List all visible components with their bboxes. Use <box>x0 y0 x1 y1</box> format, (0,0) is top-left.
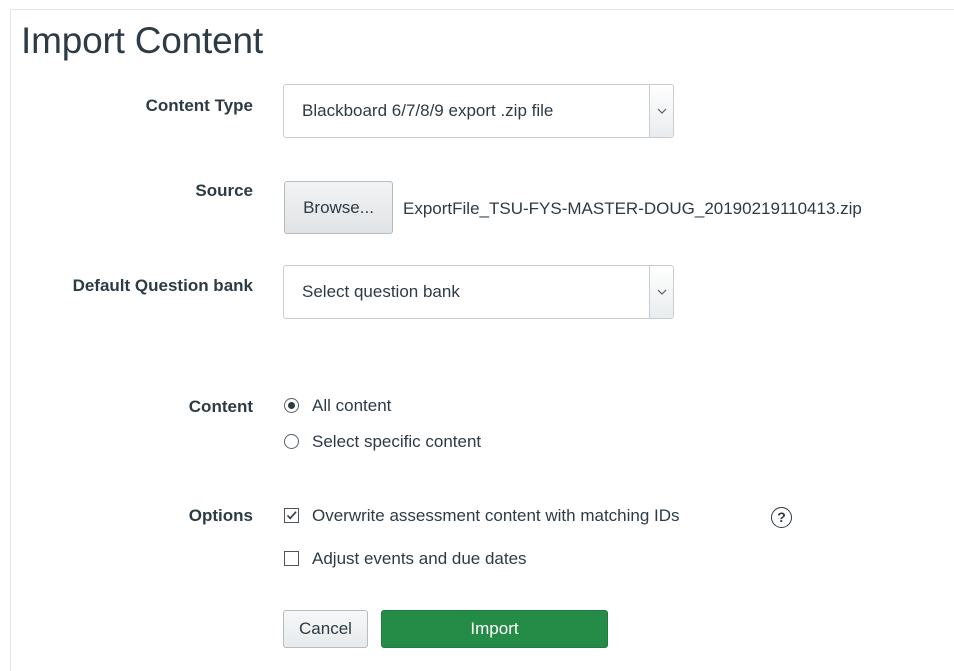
checkbox-checked[interactable] <box>284 508 299 523</box>
chevron-down-icon <box>649 266 673 318</box>
import-button[interactable]: Import <box>381 610 608 648</box>
content-type-select[interactable]: Blackboard 6/7/8/9 export .zip file <box>283 84 674 138</box>
panel-left-border <box>10 9 11 671</box>
options-label: Options <box>188 506 253 525</box>
chevron-down-icon <box>649 85 673 137</box>
help-icon[interactable]: ? <box>771 507 792 528</box>
content-type-label: Content Type <box>145 96 253 115</box>
cancel-button[interactable]: Cancel <box>283 610 368 648</box>
source-label: Source <box>195 181 253 200</box>
question-bank-select[interactable]: Select question bank <box>283 265 674 319</box>
question-bank-select-value: Select question bank <box>302 282 460 301</box>
overwrite-assessment-label: Overwrite assessment content with matchi… <box>312 506 680 525</box>
checkbox-unchecked[interactable] <box>284 551 299 566</box>
selected-file-name: ExportFile_TSU-FYS-MASTER-DOUG_201902191… <box>403 199 862 218</box>
radio-all-content-label: All content <box>312 396 392 415</box>
radio-select-specific-label: Select specific content <box>312 432 482 451</box>
adjust-dates-label: Adjust events and due dates <box>312 549 527 568</box>
question-bank-label: Default Question bank <box>72 276 253 295</box>
radio-button-selected[interactable] <box>284 398 299 413</box>
content-label: Content <box>188 397 253 416</box>
page-title: Import Content <box>21 20 263 61</box>
browse-button[interactable]: Browse... <box>284 181 393 234</box>
content-type-select-value: Blackboard 6/7/8/9 export .zip file <box>302 101 554 120</box>
radio-button-unselected[interactable] <box>284 434 299 449</box>
panel-top-border <box>10 9 954 10</box>
